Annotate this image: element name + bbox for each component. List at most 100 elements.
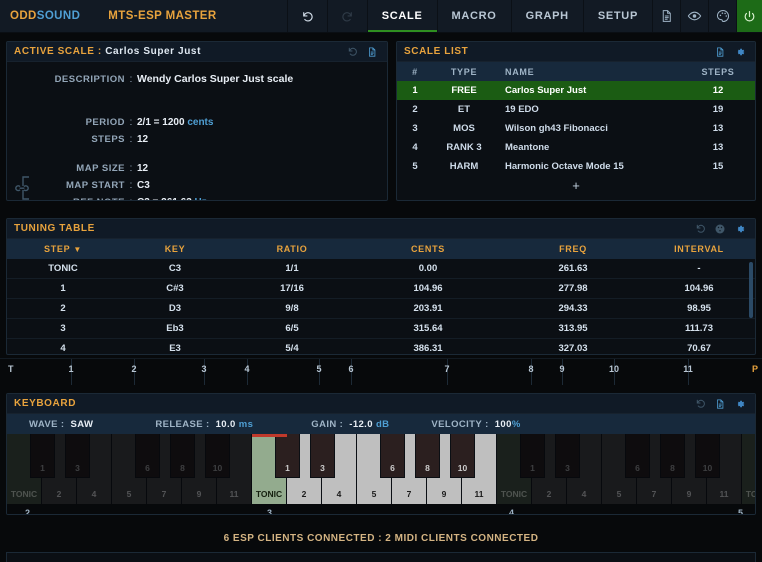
steps-value[interactable]: 12 bbox=[137, 134, 148, 145]
tab-scale[interactable]: SCALE bbox=[366, 0, 437, 32]
black-key-8[interactable]: 8 bbox=[660, 434, 685, 478]
ruler-tick-label: 4 bbox=[244, 364, 250, 374]
active-scale-body: DESCRIPTION : Wendy Carlos Super Just sc… bbox=[7, 62, 387, 201]
table-row[interactable]: 4 E3 5/4 386.31 327.03 70.67 bbox=[7, 339, 755, 354]
tuning-table-title: TUNING TABLE bbox=[14, 223, 95, 234]
scale-list-document-icon[interactable] bbox=[712, 46, 728, 58]
table-row[interactable]: 3 Eb3 6/5 315.64 313.95 111.73 bbox=[7, 319, 755, 339]
black-key-6[interactable]: 6 bbox=[135, 434, 160, 478]
tab-setup[interactable]: SETUP bbox=[582, 0, 652, 32]
ref-note-row: REF NOTE : C3 = 261.63 Hz bbox=[7, 194, 387, 201]
black-key-10-active[interactable]: 10 bbox=[450, 434, 475, 478]
gain-control[interactable]: GAIN : -12.0 dB bbox=[311, 419, 389, 430]
wave-control[interactable]: WAVE : SAW bbox=[29, 419, 93, 430]
pitch-ruler[interactable]: T P 1 2 3 4 5 6 7 8 9 10 11 bbox=[0, 358, 762, 385]
ref-note-unit: Hz bbox=[195, 197, 207, 201]
scale-list-col-steps: STEPS bbox=[701, 66, 735, 77]
tt-cents: 0.00 bbox=[418, 263, 438, 274]
tab-macro[interactable]: MACRO bbox=[436, 0, 511, 32]
active-scale-undo-icon[interactable] bbox=[344, 46, 360, 57]
scale-list-row[interactable]: 5 HARM Harmonic Octave Mode 15 15 bbox=[397, 157, 755, 176]
map-start-value[interactable]: C3 bbox=[137, 180, 150, 191]
black-key-6-active[interactable]: 6 bbox=[380, 434, 405, 478]
tt-col-step[interactable]: STEP ▼ bbox=[7, 244, 119, 254]
black-key-1[interactable]: 1 bbox=[520, 434, 545, 478]
release-control[interactable]: RELEASE : 10.0 ms bbox=[155, 419, 253, 430]
keyboard-gear-icon[interactable] bbox=[732, 398, 748, 410]
black-key-6[interactable]: 6 bbox=[625, 434, 650, 478]
active-scale-document-icon[interactable] bbox=[364, 46, 380, 58]
eye-icon[interactable] bbox=[680, 0, 708, 32]
scale-list-row[interactable]: 1 FREE Carlos Super Just 12 bbox=[397, 81, 755, 100]
tt-col-ratio[interactable]: RATIO bbox=[231, 244, 353, 254]
power-icon[interactable] bbox=[736, 0, 762, 32]
keyboard-keys[interactable]: TONIC 2 4 5 7 9 11 1 3 6 8 10 TONIC 2 4 … bbox=[7, 434, 755, 504]
keyboard-panel: KEYBOARD WAVE: SAW RELEASE: 10.0 ms GA… bbox=[6, 393, 756, 515]
black-key-1[interactable]: 1 bbox=[30, 434, 55, 478]
table-row[interactable]: 2 D3 9/8 203.91 294.33 98.95 bbox=[7, 299, 755, 319]
tt-key: D3 bbox=[168, 303, 182, 314]
table-row[interactable]: TONIC C3 1/1 0.00 261.63 - bbox=[7, 259, 755, 279]
add-scale-button[interactable]: + bbox=[397, 176, 755, 194]
tt-ratio: 5/4 bbox=[285, 343, 299, 354]
ruler-tick-label: 9 bbox=[559, 364, 565, 374]
scale-list-row[interactable]: 4 RANK 3 Meantone 13 bbox=[397, 138, 755, 157]
gain-value: -12.0 dB bbox=[349, 419, 389, 430]
black-key-10[interactable]: 10 bbox=[695, 434, 720, 478]
document-icon[interactable] bbox=[652, 0, 680, 32]
scale-list-row[interactable]: 2 ET 19 EDO 19 bbox=[397, 100, 755, 119]
tt-col-freq[interactable]: FREQ bbox=[503, 244, 643, 254]
product-name: MTS-ESP MASTER bbox=[108, 10, 217, 22]
black-key-3[interactable]: 3 bbox=[555, 434, 580, 478]
description-value[interactable]: Wendy Carlos Super Just scale bbox=[137, 73, 293, 85]
tuning-table-undo-icon[interactable] bbox=[692, 223, 708, 234]
link-icon[interactable] bbox=[15, 173, 37, 200]
tuning-table-columns: STEP ▼ KEY RATIO CENTS FREQ INTERVAL bbox=[7, 239, 755, 259]
black-key-8-active[interactable]: 8 bbox=[415, 434, 440, 478]
tuning-table-scrollbar[interactable] bbox=[749, 262, 753, 318]
table-row[interactable]: 1 C#3 17/16 104.96 277.98 104.96 bbox=[7, 279, 755, 299]
steps-row: STEPS : 12 bbox=[7, 131, 387, 147]
scale-row-name: Wilson gh43 Fibonacci bbox=[505, 123, 608, 134]
velocity-control[interactable]: VELOCITY : 100% bbox=[431, 419, 520, 430]
tt-interval: - bbox=[697, 263, 701, 274]
release-colon: : bbox=[203, 418, 210, 430]
redo-button[interactable] bbox=[326, 0, 367, 32]
gain-colon: : bbox=[336, 418, 344, 430]
tuning-table-brain-icon[interactable] bbox=[712, 223, 728, 235]
scale-row-steps: 12 bbox=[712, 85, 724, 96]
scale-row-num: 5 bbox=[412, 161, 418, 172]
ruler-tick-label: 1 bbox=[68, 364, 74, 374]
keyboard-scroll-row[interactable]: 2 3 4 5 bbox=[7, 504, 755, 514]
palette-icon[interactable] bbox=[708, 0, 736, 32]
tab-graph[interactable]: GRAPH bbox=[510, 0, 583, 32]
tt-col-cents[interactable]: CENTS bbox=[353, 244, 503, 254]
black-key-3[interactable]: 3 bbox=[65, 434, 90, 478]
tuning-table-gear-icon[interactable] bbox=[732, 223, 748, 235]
keyboard-document-icon[interactable] bbox=[712, 398, 728, 410]
undo-button[interactable] bbox=[286, 0, 327, 32]
ref-note-value[interactable]: C3 = 261.63 Hz bbox=[137, 197, 207, 201]
active-scale-panel: ACTIVE SCALE : Carlos Super Just DESCRIP… bbox=[6, 41, 388, 201]
tt-col-key[interactable]: KEY bbox=[119, 244, 231, 254]
scale-list-row[interactable]: 3 MOS Wilson gh43 Fibonacci 13 bbox=[397, 119, 755, 138]
tt-col-step-label: STEP bbox=[44, 244, 71, 254]
scale-list-col-type: TYPE bbox=[450, 66, 478, 77]
keyboard-undo-icon[interactable] bbox=[692, 398, 708, 409]
period-value[interactable]: 2/1 = 1200 cents bbox=[137, 117, 213, 128]
map-size-value[interactable]: 12 bbox=[137, 163, 148, 174]
tt-col-interval[interactable]: INTERVAL bbox=[643, 244, 755, 254]
app-window: ODD SOUND MTS-ESP MASTER SCALE MACRO GRAP… bbox=[0, 0, 762, 562]
black-key-3-active[interactable]: 3 bbox=[310, 434, 335, 478]
tt-ratio: 9/8 bbox=[285, 303, 299, 314]
tt-key: Eb3 bbox=[166, 323, 184, 334]
release-label: RELEASE bbox=[155, 418, 203, 430]
scale-list-gear-icon[interactable] bbox=[732, 46, 748, 58]
scale-row-type: FREE bbox=[451, 85, 477, 96]
black-key-8[interactable]: 8 bbox=[170, 434, 195, 478]
tt-step: TONIC bbox=[48, 263, 78, 274]
tuning-table-panel: TUNING TABLE STEP ▼ KEY RATIO CENTS FREQ… bbox=[6, 218, 756, 355]
black-key-1-active[interactable]: 1 bbox=[275, 434, 300, 478]
white-key-tonic-next[interactable]: TONIC bbox=[742, 434, 755, 504]
black-key-10[interactable]: 10 bbox=[205, 434, 230, 478]
